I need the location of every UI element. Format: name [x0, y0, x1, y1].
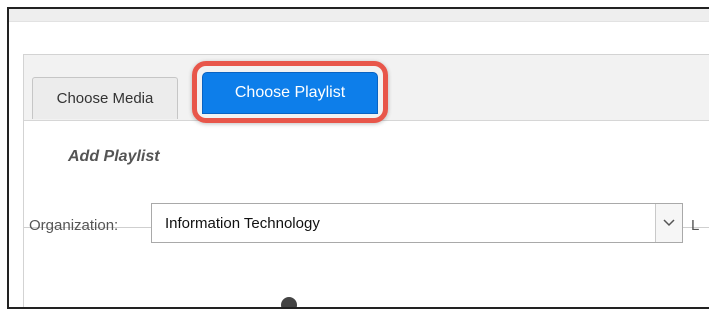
truncated-label: L	[691, 217, 700, 234]
screenshot-frame: Choose Media Choose Playlist Add Playlis…	[7, 7, 709, 309]
add-playlist-heading: Add Playlist	[68, 148, 160, 165]
partial-radio-icon[interactable]	[281, 297, 297, 307]
organization-label: Organization:	[29, 217, 119, 234]
chevron-down-icon	[663, 219, 675, 227]
top-bar	[9, 9, 709, 22]
tab-choose-media[interactable]: Choose Media	[32, 77, 178, 119]
media-panel: Choose Media Choose Playlist Add Playlis…	[23, 54, 709, 307]
highlight-ring	[192, 61, 388, 123]
organization-select-value: Information Technology	[165, 215, 320, 232]
select-dropdown-button[interactable]	[655, 204, 682, 242]
organization-select[interactable]: Information Technology	[151, 203, 683, 243]
